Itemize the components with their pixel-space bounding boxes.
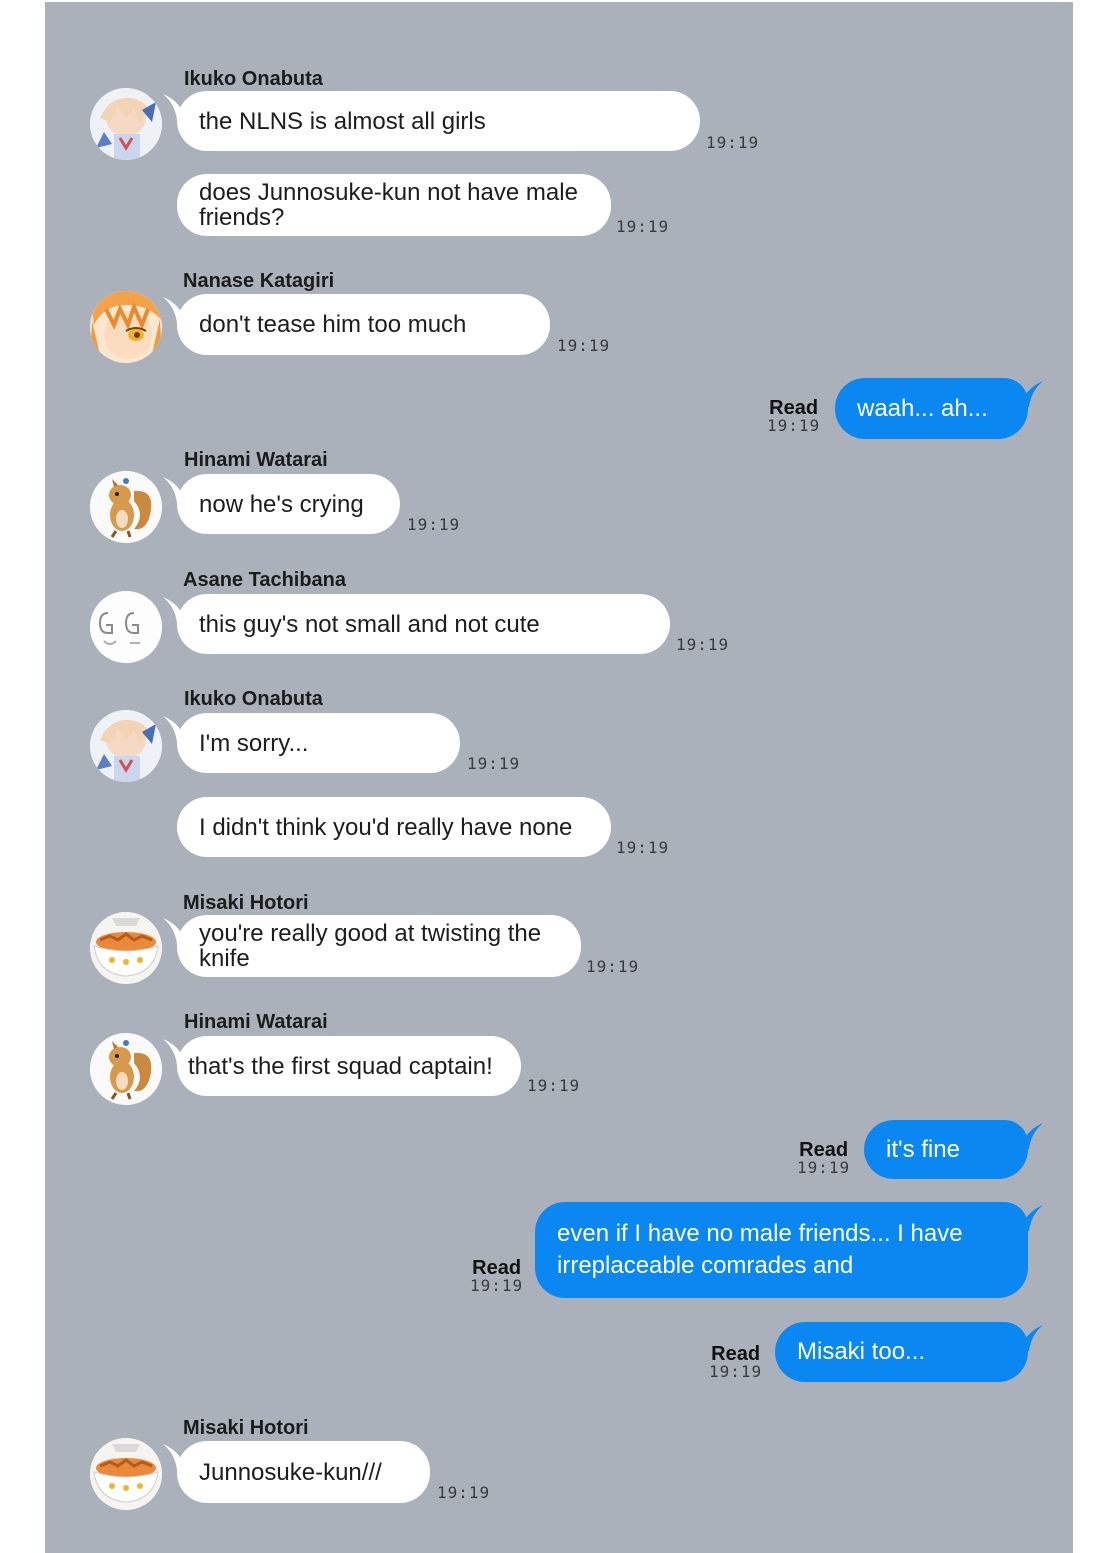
message-bubble[interactable]: don't tease him too much bbox=[177, 294, 550, 355]
read-status: Read bbox=[769, 397, 819, 419]
message-text: that's the first squad captain! bbox=[188, 1052, 493, 1080]
message-text: does Junnosuke-kun not have male friends… bbox=[199, 179, 578, 231]
message-text: I didn't think you'd really have none bbox=[199, 813, 573, 841]
message-bubble-outgoing[interactable]: Misaki too... bbox=[775, 1322, 1028, 1382]
read-status: Read bbox=[711, 1343, 761, 1365]
message-bubble[interactable]: now he's crying bbox=[177, 474, 400, 534]
message-text: you're really good at twisting the knife bbox=[199, 920, 542, 972]
message-text: even if I have no male friends... I have… bbox=[557, 1220, 963, 1279]
message-text: Junnosuke-kun/// bbox=[199, 1458, 382, 1486]
message-time: 19:19 bbox=[709, 1362, 763, 1381]
message-time: 19:19 bbox=[706, 133, 760, 152]
sender-name: Asane Tachibana bbox=[183, 569, 347, 591]
message-text: the NLNS is almost all girls bbox=[199, 107, 486, 135]
message-text: I'm sorry... bbox=[199, 729, 309, 757]
message-time: 19:19 bbox=[437, 1483, 491, 1502]
bubble-tail bbox=[1017, 1123, 1043, 1149]
message-text: this guy's not small and not cute bbox=[199, 610, 540, 638]
message-time: 19:19 bbox=[767, 416, 821, 435]
message-bubble[interactable]: the NLNS is almost all girls bbox=[177, 91, 700, 151]
message-text: it's fine bbox=[886, 1135, 960, 1163]
read-receipt: Read 19:19 bbox=[470, 1257, 524, 1295]
message-bubble[interactable]: I'm sorry... bbox=[177, 713, 460, 773]
message-text: waah... ah... bbox=[857, 394, 988, 422]
squirrel-avatar-icon[interactable] bbox=[90, 471, 162, 543]
sender-name: Ikuko Onabuta bbox=[184, 688, 323, 710]
ikuko-avatar-icon[interactable] bbox=[90, 88, 162, 160]
sender-name: Misaki Hotori bbox=[183, 892, 309, 914]
ikuko-avatar-icon[interactable] bbox=[90, 710, 162, 782]
message-bubble[interactable]: I didn't think you'd really have none bbox=[177, 797, 611, 857]
message-bubble-outgoing[interactable]: even if I have no male friends... I have… bbox=[535, 1202, 1028, 1298]
message-bubble-outgoing[interactable]: it's fine bbox=[864, 1120, 1028, 1179]
message-time: 19:19 bbox=[616, 838, 670, 857]
sender-name: Hinami Watarai bbox=[184, 449, 328, 471]
message-text: Misaki too... bbox=[797, 1338, 926, 1365]
read-receipt: Read 19:19 bbox=[767, 397, 821, 435]
bubble-tail bbox=[1017, 1325, 1043, 1351]
rice-bowl-avatar-icon[interactable] bbox=[90, 1438, 162, 1510]
message-bubble[interactable]: that's the first squad captain! bbox=[177, 1036, 521, 1096]
message-time: 19:19 bbox=[557, 336, 611, 355]
message-bubble[interactable]: this guy's not small and not cute bbox=[177, 594, 670, 654]
read-receipt: Read 19:19 bbox=[709, 1343, 763, 1381]
message-bubble[interactable]: you're really good at twisting the knife bbox=[177, 915, 581, 977]
message-time: 19:19 bbox=[797, 1158, 851, 1177]
bubble-tail bbox=[1017, 381, 1043, 407]
message-time: 19:19 bbox=[616, 217, 670, 236]
message-bubble[interactable]: does Junnosuke-kun not have male friends… bbox=[177, 174, 611, 236]
message-text: don't tease him too much bbox=[199, 311, 467, 338]
message-time: 19:19 bbox=[527, 1076, 581, 1095]
rice-bowl-avatar-icon[interactable] bbox=[90, 912, 162, 984]
message-time: 19:19 bbox=[467, 754, 521, 773]
message-time: 19:19 bbox=[586, 957, 640, 976]
message-text: now he's crying bbox=[199, 490, 364, 518]
sender-name: Ikuko Onabuta bbox=[184, 68, 323, 90]
message-bubble[interactable]: Junnosuke-kun/// bbox=[177, 1441, 430, 1503]
sender-name: Nanase Katagiri bbox=[183, 270, 335, 292]
read-status: Read bbox=[472, 1257, 522, 1279]
message-bubble-outgoing[interactable]: waah... ah... bbox=[835, 378, 1028, 439]
bubble-tail bbox=[1017, 1205, 1043, 1231]
read-status: Read bbox=[799, 1139, 849, 1161]
read-receipt: Read 19:19 bbox=[797, 1139, 851, 1177]
sender-name: Misaki Hotori bbox=[183, 1417, 309, 1439]
message-time: 19:19 bbox=[470, 1276, 524, 1295]
asane-avatar-icon[interactable] bbox=[90, 591, 162, 663]
message-time: 19:19 bbox=[407, 515, 461, 534]
sender-name: Hinami Watarai bbox=[184, 1011, 328, 1033]
message-time: 19:19 bbox=[676, 635, 730, 654]
squirrel-avatar-icon[interactable] bbox=[90, 1033, 162, 1105]
nanase-avatar-icon[interactable] bbox=[90, 291, 162, 363]
chat-background: Ikuko Onabuta the NLNS is almost all gir… bbox=[45, 2, 1073, 1553]
